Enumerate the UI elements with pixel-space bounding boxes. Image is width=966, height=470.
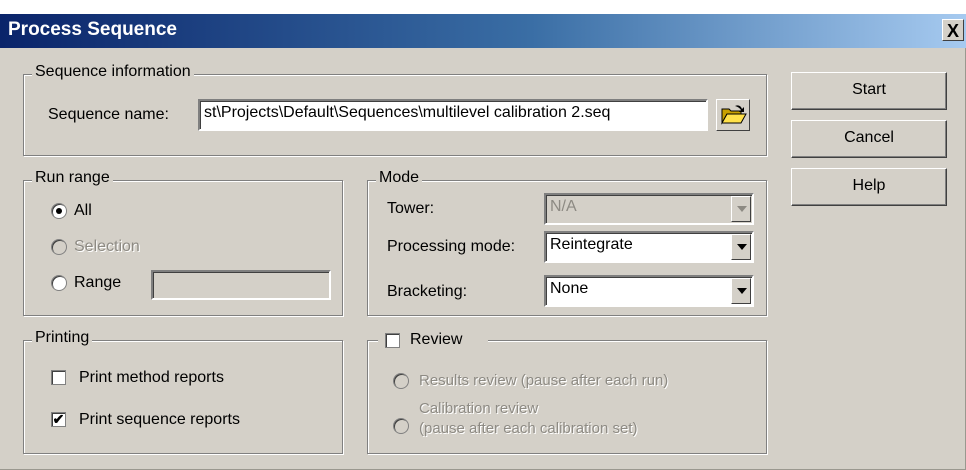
calibration-review-label-line1: Calibration review — [419, 400, 539, 417]
printing-legend: Printing — [32, 329, 93, 347]
title-bar: Process Sequence X — [0, 14, 966, 48]
calibration-review-label-line2: (pause after each calibration set) — [419, 420, 638, 437]
print-sequence-reports-label: Print sequence reports — [79, 411, 240, 428]
bracketing-value: None — [550, 280, 589, 297]
print-method-reports-checkbox[interactable] — [51, 370, 66, 385]
results-review-label: Results review (pause after each run) — [419, 372, 669, 389]
top-margin — [0, 0, 966, 14]
radio-all-label: All — [74, 202, 92, 219]
bracketing-select[interactable]: None — [544, 275, 754, 307]
folder-open-icon — [721, 105, 747, 125]
start-button[interactable]: Start — [791, 72, 947, 110]
bracketing-label: Bracketing: — [387, 283, 468, 300]
mode-legend: Mode — [376, 169, 423, 187]
processing-mode-value: Reintegrate — [550, 236, 633, 253]
review-checkbox[interactable] — [385, 333, 400, 348]
radio-calibration-review — [393, 418, 409, 434]
print-method-reports-label: Print method reports — [79, 369, 224, 386]
review-label: Review — [410, 331, 463, 348]
sequence-name-label: Sequence name: — [48, 106, 169, 123]
bracketing-dropdown-arrow-icon[interactable] — [731, 278, 751, 304]
tower-select-value: N/A — [550, 198, 577, 215]
radio-range-label: Range — [74, 274, 122, 291]
radio-all-dot — [56, 208, 62, 214]
tower-dropdown-arrow-icon — [731, 196, 751, 222]
browse-sequence-button[interactable] — [716, 99, 750, 131]
range-input[interactable] — [151, 270, 331, 300]
radio-all[interactable] — [51, 203, 67, 219]
run-range-legend: Run range — [32, 169, 113, 187]
sequence-information-legend: Sequence information — [32, 63, 194, 81]
radio-selection-label: Selection — [74, 238, 140, 255]
processing-mode-label: Processing mode: — [387, 238, 516, 255]
printing-group: Printing — [23, 329, 343, 454]
processing-mode-dropdown-arrow-icon[interactable] — [731, 234, 751, 260]
processing-mode-select[interactable]: Reintegrate — [544, 231, 754, 263]
window-title: Process Sequence — [8, 19, 177, 40]
help-button[interactable]: Help — [791, 168, 947, 206]
radio-selection — [51, 239, 67, 255]
tower-label: Tower: — [387, 200, 435, 217]
radio-results-review — [393, 373, 409, 389]
tower-select: N/A — [544, 193, 754, 225]
cancel-button[interactable]: Cancel — [791, 120, 947, 158]
close-button[interactable]: X — [942, 19, 964, 41]
sequence-name-input[interactable]: st\Projects\Default\Sequences\multilevel… — [198, 99, 708, 131]
radio-range[interactable] — [51, 275, 67, 291]
print-sequence-reports-checkbox[interactable]: ✔ — [51, 412, 66, 427]
